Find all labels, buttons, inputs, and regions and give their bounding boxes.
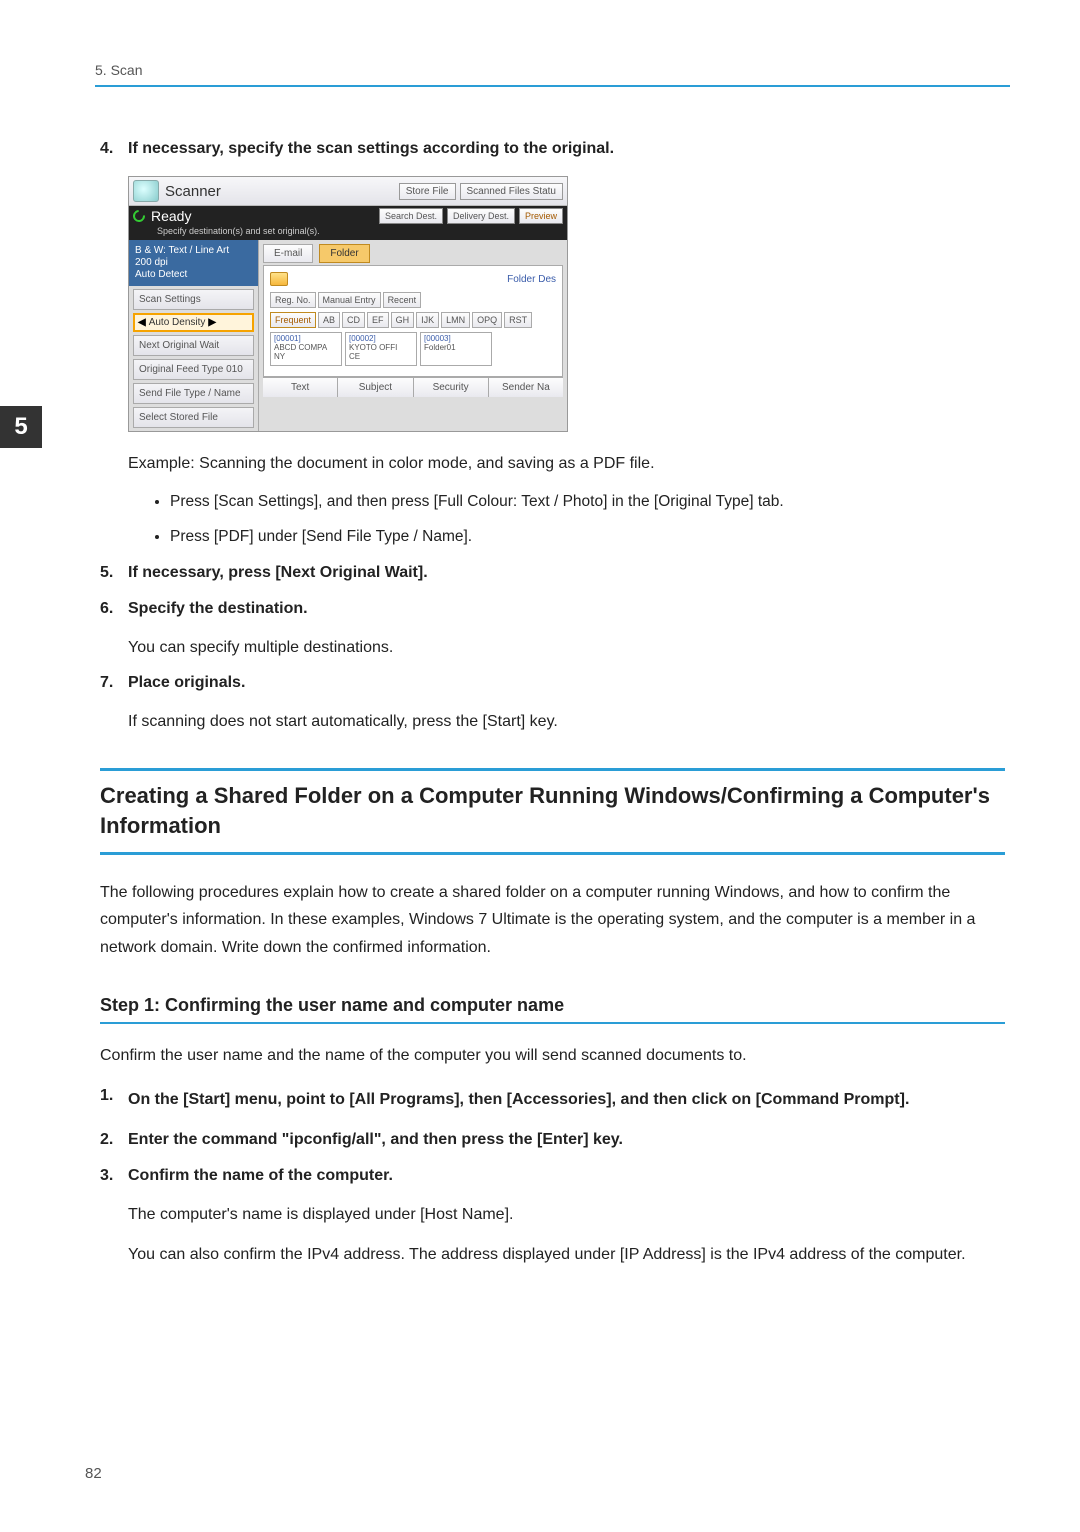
s3-step3-desc2: You can also confirm the IPv4 address. T… [128, 1241, 1005, 1268]
left-header-line3: Auto Detect [135, 269, 187, 280]
dest-tag-2: [00003] [424, 334, 451, 343]
step6-desc: You can specify multiple destinations. [128, 636, 1005, 660]
dest-line1-2: Folder01 [424, 343, 456, 352]
section-tab-5: 5 [0, 406, 42, 448]
next-original-wait-button[interactable]: Next Original Wait [133, 335, 254, 356]
dest-tag-1: [00002] [349, 334, 376, 343]
send-file-type-button[interactable]: Send File Type / Name [133, 383, 254, 404]
auto-density-label: Auto Density [149, 317, 206, 328]
alpha-rst[interactable]: RST [504, 312, 532, 328]
chapter-header: 5. Scan [95, 62, 142, 78]
alpha-cd[interactable]: CD [342, 312, 365, 328]
ready-status-icon [131, 208, 148, 225]
alpha-opq[interactable]: OPQ [472, 312, 502, 328]
step7-desc: If scanning does not start automatically… [128, 710, 1005, 734]
reg-no-tab[interactable]: Reg. No. [270, 292, 316, 308]
scanner-logo-icon [133, 180, 159, 202]
step4-example: Example: Scanning the document in color … [128, 452, 1005, 476]
scanner-panel: Scanner Store File Scanned Files Statu R… [128, 176, 568, 432]
auto-density-button[interactable]: ◀ Auto Density ▶ [133, 313, 254, 332]
delivery-dest-button[interactable]: Delivery Dest. [447, 208, 515, 224]
alpha-ef[interactable]: EF [367, 312, 389, 328]
h2-rule-bottom [100, 852, 1005, 855]
feed-type-icon-suffix: 010 [226, 364, 243, 375]
select-stored-file-button[interactable]: Select Stored File [133, 407, 254, 428]
dest-00003[interactable]: [00003] Folder01 [420, 332, 492, 366]
specify-destination-instruction: Specify destination(s) and set original(… [129, 226, 567, 240]
step6-number: 6. [100, 600, 128, 618]
dest-00001[interactable]: [00001] ABCD COMPA NY [270, 332, 342, 366]
alpha-frequent[interactable]: Frequent [270, 312, 316, 328]
alpha-lmn[interactable]: LMN [441, 312, 470, 328]
dest-line2-1: CE [349, 352, 360, 361]
h3-rule [100, 1022, 1005, 1024]
header-rule [95, 85, 1010, 87]
s3-step3-text: Confirm the name of the computer. [128, 1167, 393, 1185]
h2-rule-top [100, 768, 1005, 771]
step7-text: Place originals. [128, 674, 245, 692]
manual-entry-tab[interactable]: Manual Entry [318, 292, 381, 308]
s3-step2-text: Enter the command "ipconfig/all", and th… [128, 1131, 623, 1149]
dest-tag-0: [00001] [274, 334, 301, 343]
original-feed-type-label: Original Feed Type [139, 364, 223, 375]
left-header: B & W: Text / Line Art 200 dpi Auto Dete… [129, 240, 258, 286]
dest-line2-0: NY [274, 352, 285, 361]
recent-tab[interactable]: Recent [383, 292, 422, 308]
email-tab[interactable]: E-mail [263, 244, 313, 263]
right-arrow-icon[interactable]: ▶ [208, 317, 216, 328]
bottom-tab-text[interactable]: Text [263, 378, 338, 397]
dest-00002[interactable]: [00002] KYOTO OFFI CE [345, 332, 417, 366]
step7-number: 7. [100, 674, 128, 692]
bottom-tab-sender[interactable]: Sender Na [489, 378, 563, 397]
step5-text: If necessary, press [Next Original Wait]… [128, 564, 428, 582]
bottom-tab-security[interactable]: Security [414, 378, 489, 397]
page-number: 82 [85, 1465, 102, 1482]
alpha-gh[interactable]: GH [391, 312, 415, 328]
section2-title: Creating a Shared Folder on a Computer R… [100, 781, 1005, 843]
s3-step1-number: 1. [100, 1087, 128, 1113]
alpha-ab[interactable]: AB [318, 312, 340, 328]
scanned-files-status-button[interactable]: Scanned Files Statu [460, 183, 564, 200]
bottom-tab-subject[interactable]: Subject [338, 378, 413, 397]
scan-settings-button[interactable]: Scan Settings [133, 289, 254, 310]
s3-step1-text: On the [Start] menu, point to [All Progr… [128, 1087, 909, 1113]
ready-status-text: Ready [151, 208, 191, 224]
dest-line1-0: ABCD COMPA [274, 343, 327, 352]
scanner-title: Scanner [165, 183, 221, 200]
search-dest-button[interactable]: Search Dest. [379, 208, 443, 224]
step6-text: Specify the destination. [128, 600, 308, 618]
section2-para: The following procedures explain how to … [100, 879, 1005, 961]
step5-number: 5. [100, 564, 128, 582]
left-arrow-icon[interactable]: ◀ [138, 317, 146, 328]
step4-number: 4. [100, 140, 128, 158]
preview-button[interactable]: Preview [519, 208, 563, 224]
section3-title: Step 1: Confirming the user name and com… [100, 995, 1005, 1016]
folder-tab[interactable]: Folder [319, 244, 369, 263]
section3-para: Confirm the user name and the name of th… [100, 1042, 1005, 1069]
step4-bullet-0: Press [Scan Settings], and then press [F… [170, 490, 1005, 515]
folder-icon [270, 272, 288, 286]
original-feed-type-button[interactable]: Original Feed Type 010 [133, 359, 254, 380]
left-header-line2: 200 dpi [135, 257, 168, 268]
store-file-button[interactable]: Store File [399, 183, 456, 200]
s3-step3-desc1: The computer's name is displayed under [… [128, 1203, 1005, 1227]
folder-des-button[interactable]: Folder Des [507, 274, 556, 285]
s3-step2-number: 2. [100, 1131, 128, 1149]
s3-step3-number: 3. [100, 1167, 128, 1185]
dest-line1-1: KYOTO OFFI [349, 343, 397, 352]
step4-text: If necessary, specify the scan settings … [128, 140, 614, 158]
left-header-line1: B & W: Text / Line Art [135, 245, 229, 256]
step4-bullet-1: Press [PDF] under [Send File Type / Name… [170, 525, 1005, 550]
alpha-ijk[interactable]: IJK [416, 312, 439, 328]
